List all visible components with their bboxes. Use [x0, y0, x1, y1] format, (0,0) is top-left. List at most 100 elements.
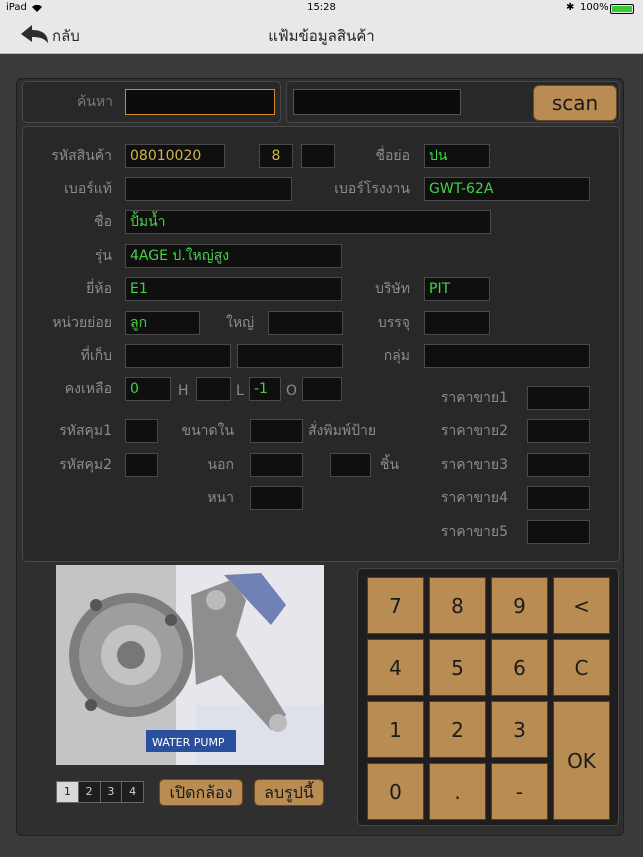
delete-photo-button[interactable]: ลบรูปนี้	[254, 779, 324, 806]
o-label: O	[286, 383, 298, 399]
price-4-field[interactable]	[527, 486, 590, 510]
photo-page-2[interactable]: 2	[79, 782, 101, 802]
l-label: L	[236, 383, 244, 399]
real-number-label: เบอร์แท้	[64, 181, 112, 197]
clock: 15:28	[307, 2, 336, 13]
key-6[interactable]: 6	[491, 639, 548, 696]
big-unit-field[interactable]	[268, 311, 343, 335]
big-unit-label: ใหญ่	[226, 315, 254, 331]
factory-number-label: เบอร์โรงงาน	[334, 181, 410, 197]
search-label: ค้นหา	[76, 94, 113, 110]
remaining-label: คงเหลือ	[64, 381, 112, 397]
model-field[interactable]: 4AGE ป.ใหญ่สูง	[125, 244, 342, 268]
short-name-field[interactable]: ปน	[424, 144, 490, 168]
photo-page-4[interactable]: 4	[122, 782, 143, 802]
storage-label: ที่เก็บ	[80, 348, 112, 364]
company-field[interactable]: PIT	[424, 277, 490, 301]
ok-button[interactable]: OK	[553, 701, 610, 820]
price-2-label: ราคาขาย2	[440, 423, 508, 439]
control-code-2-label: รหัสคุม2	[59, 457, 112, 473]
code-number-field-2[interactable]	[301, 144, 335, 168]
key-dot[interactable]: .	[429, 763, 486, 820]
search-panel-right: scan	[286, 81, 620, 123]
battery-percent: 100%	[580, 2, 609, 13]
l-field[interactable]: -1	[249, 377, 281, 401]
price-3-label: ราคาขาย3	[440, 457, 508, 473]
key-9[interactable]: 9	[491, 577, 548, 634]
outer-size-field[interactable]	[250, 453, 303, 477]
control-code-1-field[interactable]	[125, 419, 158, 443]
search-panel: ค้นหา	[22, 81, 281, 123]
sub-unit-field[interactable]: ลูก	[125, 311, 200, 335]
key-1[interactable]: 1	[367, 701, 424, 758]
key-clear[interactable]: C	[553, 639, 610, 696]
price-4-label: ราคาขาย4	[440, 490, 508, 506]
photo-pager: 1 2 3 4	[56, 781, 144, 803]
price-5-field[interactable]	[527, 520, 590, 544]
status-bar: iPad 15:28 ✱ 100%	[0, 0, 643, 18]
h-field[interactable]	[196, 377, 231, 401]
box-text: WATER PUMP	[152, 736, 225, 749]
water-pump-image: WATER PUMP	[56, 565, 324, 765]
sub-unit-label: หน่วยย่อย	[52, 315, 112, 331]
back-label: กลับ	[52, 27, 80, 45]
price-5-label: ราคาขาย5	[440, 524, 508, 540]
photo-page-3[interactable]: 3	[101, 782, 123, 802]
storage-field-2[interactable]	[237, 344, 343, 368]
piece-label: ชิ้น	[380, 457, 400, 473]
inner-size-field[interactable]	[250, 419, 303, 443]
brand-field[interactable]: E1	[125, 277, 342, 301]
group-label: กลุ่ม	[383, 348, 410, 364]
brand-label: ยี่ห้อ	[86, 281, 112, 297]
control-code-2-field[interactable]	[125, 453, 158, 477]
key-0[interactable]: 0	[367, 763, 424, 820]
price-1-label: ราคาขาย1	[440, 390, 508, 406]
model-label: รุ่น	[94, 248, 112, 264]
search-input[interactable]	[125, 89, 275, 115]
code-number-field[interactable]: 8	[259, 144, 293, 168]
inner-size-label: ขนาดใน	[181, 423, 235, 439]
control-code-1-label: รหัสคุม1	[59, 423, 112, 439]
group-field[interactable]	[424, 344, 590, 368]
o-field[interactable]	[302, 377, 342, 401]
code-label: รหัสสินค้า	[51, 148, 112, 164]
key-8[interactable]: 8	[429, 577, 486, 634]
short-name-label: ชื่อย่อ	[375, 148, 410, 164]
back-arrow-icon	[18, 22, 50, 50]
thickness-label: หนา	[207, 490, 234, 506]
price-1-field[interactable]	[527, 386, 590, 410]
storage-field-1[interactable]	[125, 344, 231, 368]
key-5[interactable]: 5	[429, 639, 486, 696]
scan-button[interactable]: scan	[533, 85, 617, 121]
open-camera-button[interactable]: เปิดกล้อง	[159, 779, 243, 806]
code-field[interactable]: 08010020	[125, 144, 225, 168]
key-minus[interactable]: -	[491, 763, 548, 820]
photo-page-1[interactable]: 1	[57, 782, 79, 802]
name-label: ชื่อ	[94, 214, 112, 230]
name-field[interactable]: ปั้มน้ำ	[125, 210, 491, 234]
key-7[interactable]: 7	[367, 577, 424, 634]
key-4[interactable]: 4	[367, 639, 424, 696]
price-3-field[interactable]	[527, 453, 590, 477]
key-3[interactable]: 3	[491, 701, 548, 758]
key-2[interactable]: 2	[429, 701, 486, 758]
print-label-label: สั่งพิมพ์ป้าย	[308, 423, 377, 439]
h-label: H	[178, 383, 189, 399]
pack-field[interactable]	[424, 311, 490, 335]
back-button[interactable]: กลับ	[18, 24, 80, 48]
navigation-bar: แฟ้มข้อมูลสินค้า กลับ	[0, 18, 643, 54]
search-input-secondary[interactable]	[293, 89, 461, 115]
real-number-field[interactable]	[125, 177, 292, 201]
key-backspace[interactable]: <	[553, 577, 610, 634]
product-photo[interactable]: WATER PUMP	[56, 565, 324, 765]
price-2-field[interactable]	[527, 419, 590, 443]
bluetooth-icon: ✱	[566, 2, 575, 13]
page-title: แฟ้มข้อมูลสินค้า	[268, 27, 375, 45]
outer-size-label: นอก	[207, 457, 234, 473]
pack-label: บรรจุ	[377, 315, 410, 331]
remaining-field[interactable]: 0	[125, 377, 171, 401]
thickness-field[interactable]	[250, 486, 303, 510]
print-quantity-field[interactable]	[330, 453, 371, 477]
battery-icon	[610, 4, 634, 14]
factory-number-field[interactable]: GWT-62A	[424, 177, 590, 201]
